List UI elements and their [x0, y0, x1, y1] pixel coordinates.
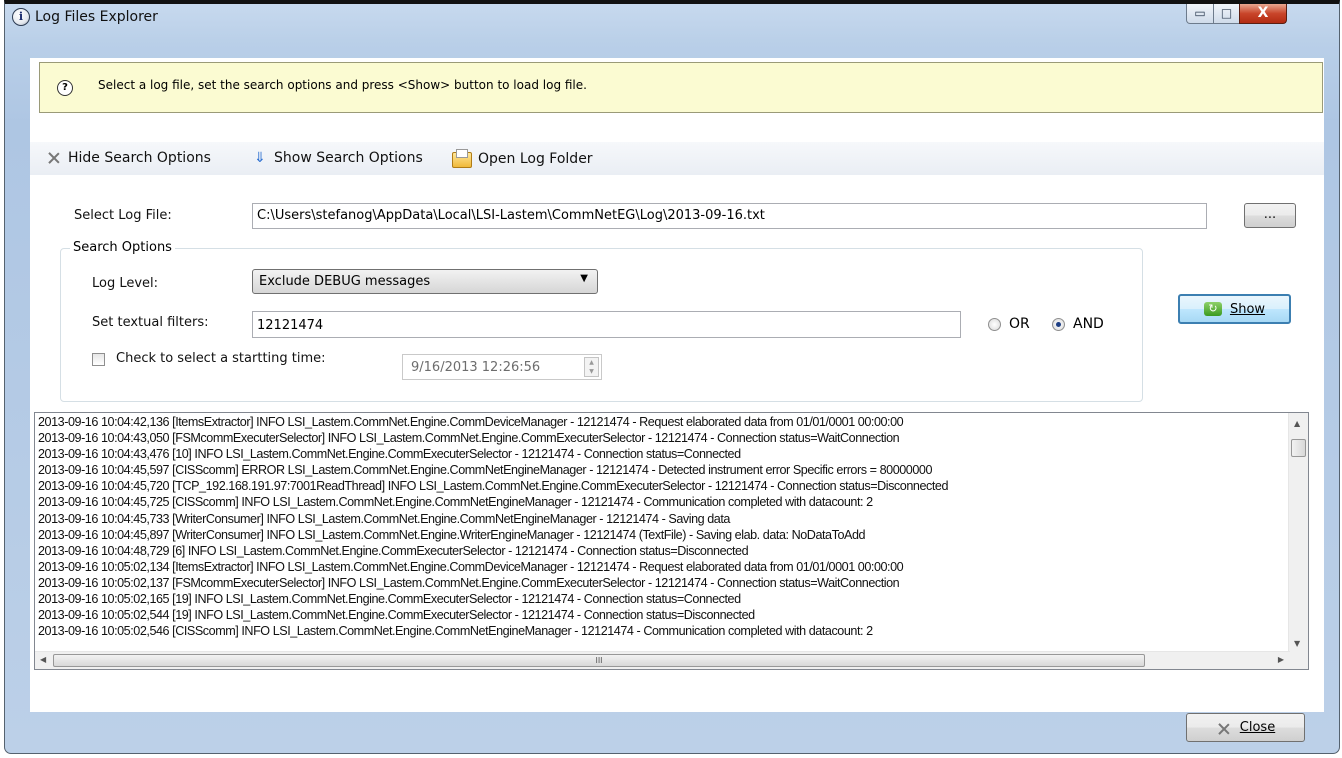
show-button-label: Show — [1229, 301, 1266, 317]
log-line: 2013-09-16 10:04:45,733 [WriterConsumer]… — [38, 511, 730, 526]
or-label: OR — [1009, 316, 1030, 332]
select-log-file-label: Select Log File: — [74, 208, 172, 223]
radio-selected-icon — [1052, 317, 1065, 331]
close-button-label: Close — [1239, 720, 1276, 735]
horizontal-scrollbar[interactable]: ◀ III ▶ — [35, 651, 1290, 669]
scroll-down-icon[interactable]: ▼ — [1294, 639, 1300, 648]
scroll-right-icon[interactable]: ▶ — [1278, 655, 1284, 664]
log-line: 2013-09-16 10:05:02,165 [19] INFO LSI_La… — [38, 592, 741, 607]
log-files-explorer-window: i Log Files Explorer ▭ □ X ? Select a lo… — [4, 0, 1340, 754]
scroll-left-icon[interactable]: ◀ — [40, 655, 46, 664]
log-line: 2013-09-16 10:05:02,546 [CISScomm] INFO … — [38, 624, 873, 639]
window-title: Log Files Explorer — [35, 9, 158, 25]
title-bar[interactable]: i Log Files Explorer ▭ □ X — [5, 4, 1339, 34]
or-radio[interactable]: OR — [988, 316, 1030, 332]
hide-search-options-button[interactable]: Hide Search Options — [46, 150, 211, 166]
log-line: 2013-09-16 10:04:43,050 [FSMcommExecuter… — [38, 431, 900, 446]
search-options-title: Search Options — [70, 240, 175, 255]
log-line: 2013-09-16 10:05:02,134 [ItemsExtractor]… — [38, 559, 904, 574]
start-time-checkbox[interactable] — [92, 353, 105, 366]
info-icon: i — [12, 8, 30, 26]
log-level-dropdown[interactable]: Exclude DEBUG messages ▼ — [252, 269, 598, 294]
textual-filter-label: Set textual filters: — [92, 315, 209, 330]
start-time-label: Check to select a startting time: — [116, 351, 326, 366]
radio-icon — [988, 317, 1001, 331]
info-banner: ? Select a log file, set the search opti… — [39, 62, 1323, 113]
browse-button[interactable]: ... — [1244, 203, 1296, 228]
start-time-picker[interactable]: 9/16/2013 12:26:56 ▲ ▼ — [402, 354, 602, 380]
open-log-folder-button[interactable]: Open Log Folder — [452, 149, 593, 168]
and-radio[interactable]: AND — [1052, 316, 1104, 332]
arrow-down-icon: ⇓ — [254, 150, 266, 166]
minimize-button[interactable]: ▭ — [1186, 4, 1214, 24]
scroll-corner — [1289, 652, 1308, 669]
folder-icon — [452, 149, 472, 168]
log-lines: 2013-09-16 10:04:42,136 [ItemsExtractor]… — [38, 414, 1286, 639]
log-line: 2013-09-16 10:05:02,137 [FSMcommExecuter… — [38, 575, 900, 590]
scroll-up-icon[interactable]: ▲ — [1294, 419, 1300, 428]
log-line: 2013-09-16 10:04:48,729 [6] INFO LSI_Las… — [38, 543, 749, 558]
close-button[interactable]: Close — [1186, 713, 1305, 742]
close-icon — [1216, 721, 1230, 735]
log-level-label: Log Level: — [92, 276, 159, 291]
start-time-value: 9/16/2013 12:26:56 — [411, 360, 541, 375]
log-line: 2013-09-16 10:05:02,544 [19] INFO LSI_La… — [38, 608, 755, 623]
log-line: 2013-09-16 10:04:42,136 [ItemsExtractor]… — [38, 415, 904, 429]
horizontal-scroll-thumb[interactable]: III — [53, 654, 1145, 667]
log-file-path-input[interactable]: C:\Users\stefanog\AppData\Local\LSI-Last… — [252, 203, 1207, 229]
hide-search-options-label: Hide Search Options — [68, 150, 211, 166]
log-line: 2013-09-16 10:04:45,597 [CISScomm] ERROR… — [38, 463, 933, 478]
textual-filter-input[interactable]: 12121474 — [252, 311, 961, 338]
info-text: Select a log file, set the search option… — [98, 78, 587, 92]
show-button[interactable]: ↻ Show — [1178, 294, 1291, 324]
log-viewer[interactable]: 2013-09-16 10:04:42,136 [ItemsExtractor]… — [34, 412, 1309, 670]
vertical-scroll-thumb[interactable] — [1291, 439, 1306, 457]
close-window-button[interactable]: X — [1239, 4, 1287, 24]
question-icon: ? — [57, 80, 73, 96]
show-search-options-button[interactable]: ⇓ Show Search Options — [252, 150, 423, 166]
chevron-down-icon: ▼ — [580, 273, 588, 284]
vertical-scrollbar[interactable]: ▲ ▼ — [1288, 413, 1308, 653]
log-line: 2013-09-16 10:04:45,725 [CISScomm] INFO … — [38, 495, 873, 510]
search-toolbar: Hide Search Options ⇓ Show Search Option… — [30, 142, 1324, 175]
client-area: ? Select a log file, set the search opti… — [30, 58, 1324, 712]
refresh-icon: ↻ — [1203, 302, 1222, 316]
spinner-icon[interactable]: ▲ ▼ — [584, 357, 599, 377]
and-label: AND — [1073, 316, 1104, 332]
close-icon — [46, 150, 62, 166]
log-line: 2013-09-16 10:04:45,897 [WriterConsumer]… — [38, 527, 866, 542]
log-line: 2013-09-16 10:04:43,476 [10] INFO LSI_La… — [38, 447, 741, 462]
maximize-button[interactable]: □ — [1213, 4, 1240, 24]
show-search-options-label: Show Search Options — [274, 150, 423, 166]
log-level-value: Exclude DEBUG messages — [259, 274, 431, 289]
open-log-folder-label: Open Log Folder — [478, 151, 593, 167]
log-line: 2013-09-16 10:04:45,720 [TCP_192.168.191… — [38, 479, 948, 494]
